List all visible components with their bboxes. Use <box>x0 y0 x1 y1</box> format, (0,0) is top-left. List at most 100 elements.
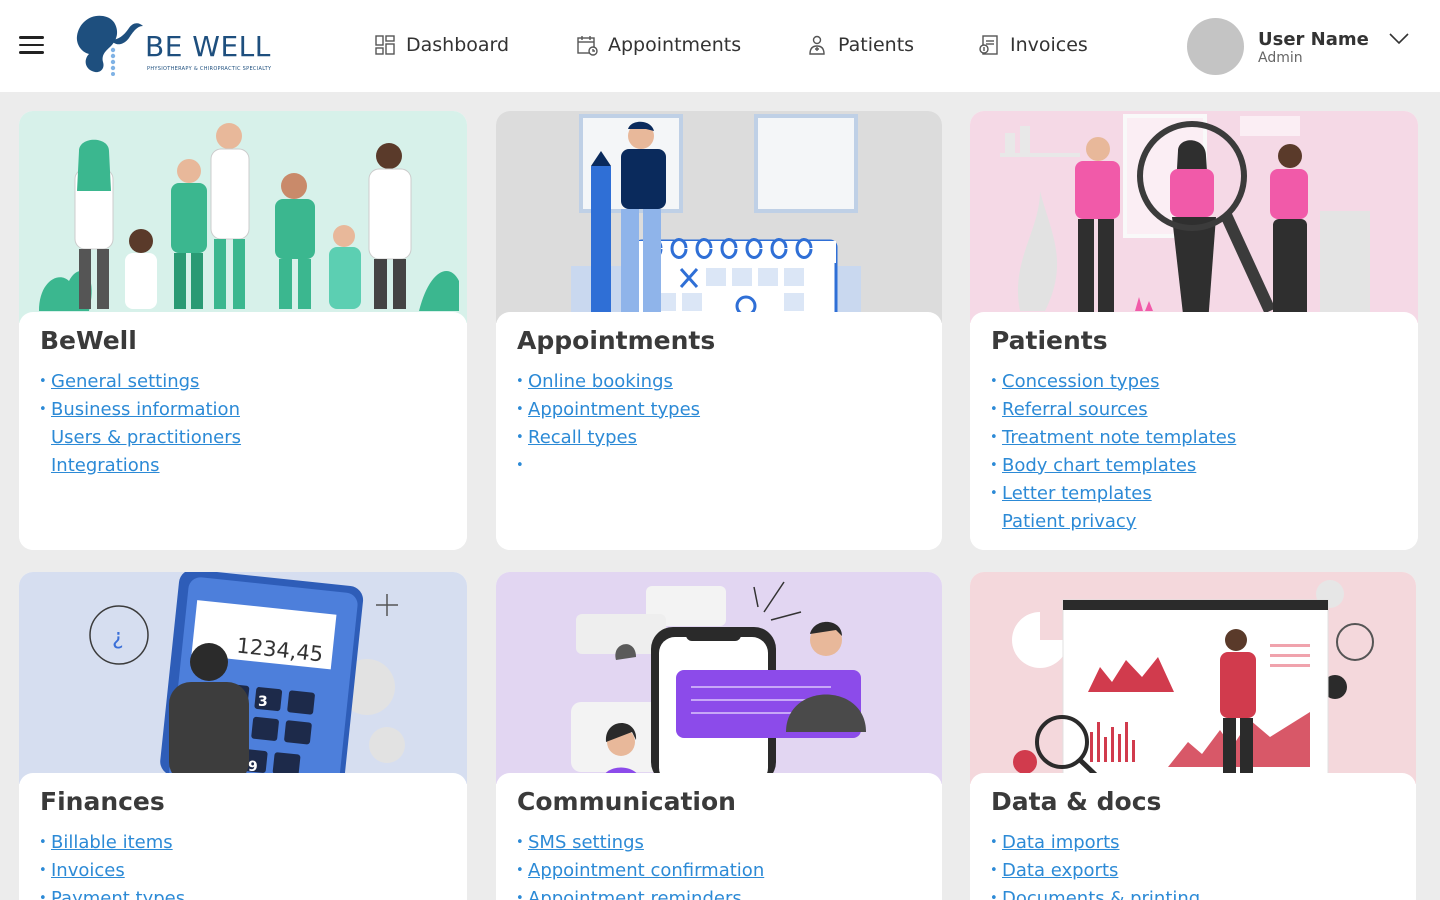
list-item: • SMS settings <box>516 828 764 856</box>
bullet-icon: • <box>39 401 47 417</box>
card-communication: Communication • SMS settings • Appointment… <box>496 572 942 900</box>
card-appointments: Appointments • Online bookings • Appointme… <box>496 111 942 550</box>
nav-appointments[interactable]: Appointments <box>576 30 741 60</box>
link-concession-types[interactable]: Concession types <box>1002 371 1159 392</box>
card-patients-body: Patients • Concession types • Referral sou… <box>970 312 1418 550</box>
bullet-icon: • <box>516 373 524 389</box>
bullet-icon: • <box>990 862 998 878</box>
link-invoices[interactable]: Invoices <box>51 860 125 881</box>
card-appointments-links: • Online bookings • Appointment types • Rec… <box>516 367 700 479</box>
link-referral-sources[interactable]: Referral sources <box>1002 399 1148 420</box>
chevron-down-icon[interactable] <box>1388 31 1410 47</box>
card-data-docs-links: • Data imports • Data exports • Documents &… <box>990 828 1200 900</box>
bullet-icon: • <box>39 373 47 389</box>
bullet-icon: • <box>516 429 524 445</box>
bullet-icon: • <box>516 890 524 900</box>
card-data-docs: Data & docs • Data imports • Data exports … <box>970 572 1416 900</box>
list-item: • Treatment note templates <box>990 423 1236 451</box>
dashboard-icon <box>375 35 395 55</box>
card-communication-links: • SMS settings • Appointment confirmation … <box>516 828 764 900</box>
nav-dashboard[interactable]: Dashboard <box>374 30 509 60</box>
list-item: • General settings <box>39 367 241 395</box>
bullet-icon: • <box>990 401 998 417</box>
link-business-information[interactable]: Business information <box>51 399 240 420</box>
bullet-icon: • <box>39 862 47 878</box>
user-name[interactable]: User Name <box>1258 29 1369 50</box>
link-appointment-confirmation[interactable]: Appointment confirmation <box>528 860 764 881</box>
logo-text: BE WELL <box>145 30 271 63</box>
list-item: • Body chart templates <box>990 451 1236 479</box>
link-documents-printing[interactable]: Documents & printing <box>1002 888 1200 900</box>
link-appointment-reminders[interactable]: Appointment reminders <box>528 888 742 900</box>
list-item: • Data exports <box>990 856 1200 884</box>
link-sms-settings[interactable]: SMS settings <box>528 832 644 853</box>
bullet-icon: • <box>39 834 47 850</box>
card-finances-title: Finances <box>40 787 165 816</box>
link-online-bookings[interactable]: Online bookings <box>528 371 673 392</box>
patients-search-illustration <box>970 111 1418 323</box>
bullet-icon: • <box>990 457 998 473</box>
link-recall-types[interactable]: Recall types <box>528 427 637 448</box>
bullet-icon: • <box>516 401 524 417</box>
bullet-icon: • <box>990 485 998 501</box>
link-integrations[interactable]: Integrations <box>51 455 160 476</box>
link-data-exports[interactable]: Data exports <box>1002 860 1118 881</box>
link-treatment-note-templates[interactable]: Treatment note templates <box>1002 427 1236 448</box>
card-patients-links: • Concession types • Referral sources • Tre… <box>990 367 1236 535</box>
nav-invoices-label: Invoices <box>1010 34 1088 56</box>
card-finances-links: • Billable items • Invoices • Payment types <box>39 828 185 900</box>
link-data-imports[interactable]: Data imports <box>1002 832 1120 853</box>
list-item: •Users & practitioners <box>39 423 241 451</box>
link-billable-items[interactable]: Billable items <box>51 832 173 853</box>
logo[interactable]: BE WELL PHYSIOTHERAPY & CHIROPRACTIC SPE… <box>73 10 278 80</box>
list-item: • <box>516 451 700 479</box>
nav-invoices[interactable]: Invoices <box>978 30 1088 60</box>
patient-icon <box>809 35 825 55</box>
list-item: • Recall types <box>516 423 700 451</box>
card-data-docs-title: Data & docs <box>991 787 1162 816</box>
nav-patients[interactable]: Patients <box>806 30 914 60</box>
bullet-icon: • <box>990 429 998 445</box>
link-users-practitioners[interactable]: Users & practitioners <box>51 427 241 448</box>
card-patients-title: Patients <box>991 326 1108 355</box>
medical-team-illustration <box>19 111 467 323</box>
link-appointment-types[interactable]: Appointment types <box>528 399 700 420</box>
messaging-illustration <box>496 572 942 784</box>
user-avatar[interactable] <box>1187 18 1244 75</box>
card-finances: ¿ 1234,45 2 3 9 Finances •Billable items… <box>19 572 467 900</box>
card-communication-body: Communication • SMS settings • Appointment… <box>496 773 942 900</box>
bullet-icon: • <box>39 890 47 900</box>
card-bewell-title: BeWell <box>40 326 137 355</box>
card-data-docs-body: Data & docs • Data imports • Data exports … <box>970 773 1416 900</box>
bullet-icon: • <box>516 457 524 473</box>
nav-patients-label: Patients <box>838 34 915 56</box>
list-item: • Referral sources <box>990 395 1236 423</box>
list-item: • Data imports <box>990 828 1200 856</box>
card-patients: Patients • Concession types • Referral sou… <box>970 111 1418 550</box>
link-body-chart-templates[interactable]: Body chart templates <box>1002 455 1196 476</box>
bullet-icon: • <box>990 834 998 850</box>
hamburger-menu-icon[interactable] <box>19 36 44 56</box>
link-patient-privacy[interactable]: Patient privacy <box>1002 511 1136 532</box>
list-item: • Documents & printing <box>990 884 1200 900</box>
bullet-icon: • <box>990 890 998 900</box>
list-item: • Appointment types <box>516 395 700 423</box>
link-general-settings[interactable]: General settings <box>51 371 199 392</box>
calc-key-label: 3 <box>258 694 268 710</box>
nav-appointments-label: Appointments <box>608 34 742 56</box>
card-bewell-links: • General settings • Business information … <box>39 367 241 479</box>
data-analytics-illustration <box>970 572 1416 784</box>
card-appointments-body: Appointments • Online bookings • Appointme… <box>496 312 942 550</box>
user-role: Admin <box>1258 50 1303 66</box>
card-bewell: BeWell • General settings • Business infor… <box>19 111 467 550</box>
bullet-icon: • <box>516 834 524 850</box>
bullet-icon: • <box>516 862 524 878</box>
logo-tagline: PHYSIOTHERAPY & CHIROPRACTIC SPECIALTY <box>147 66 272 72</box>
list-item: • Billable items <box>39 828 185 856</box>
chat-bubble-glyph: ¿ <box>112 625 124 650</box>
list-item: • Appointment confirmation <box>516 856 764 884</box>
calendar-icon <box>577 36 598 56</box>
link-payment-types[interactable]: Payment types <box>51 888 185 900</box>
list-item: • Payment types <box>39 884 185 900</box>
link-letter-templates[interactable]: Letter templates <box>1002 483 1152 504</box>
